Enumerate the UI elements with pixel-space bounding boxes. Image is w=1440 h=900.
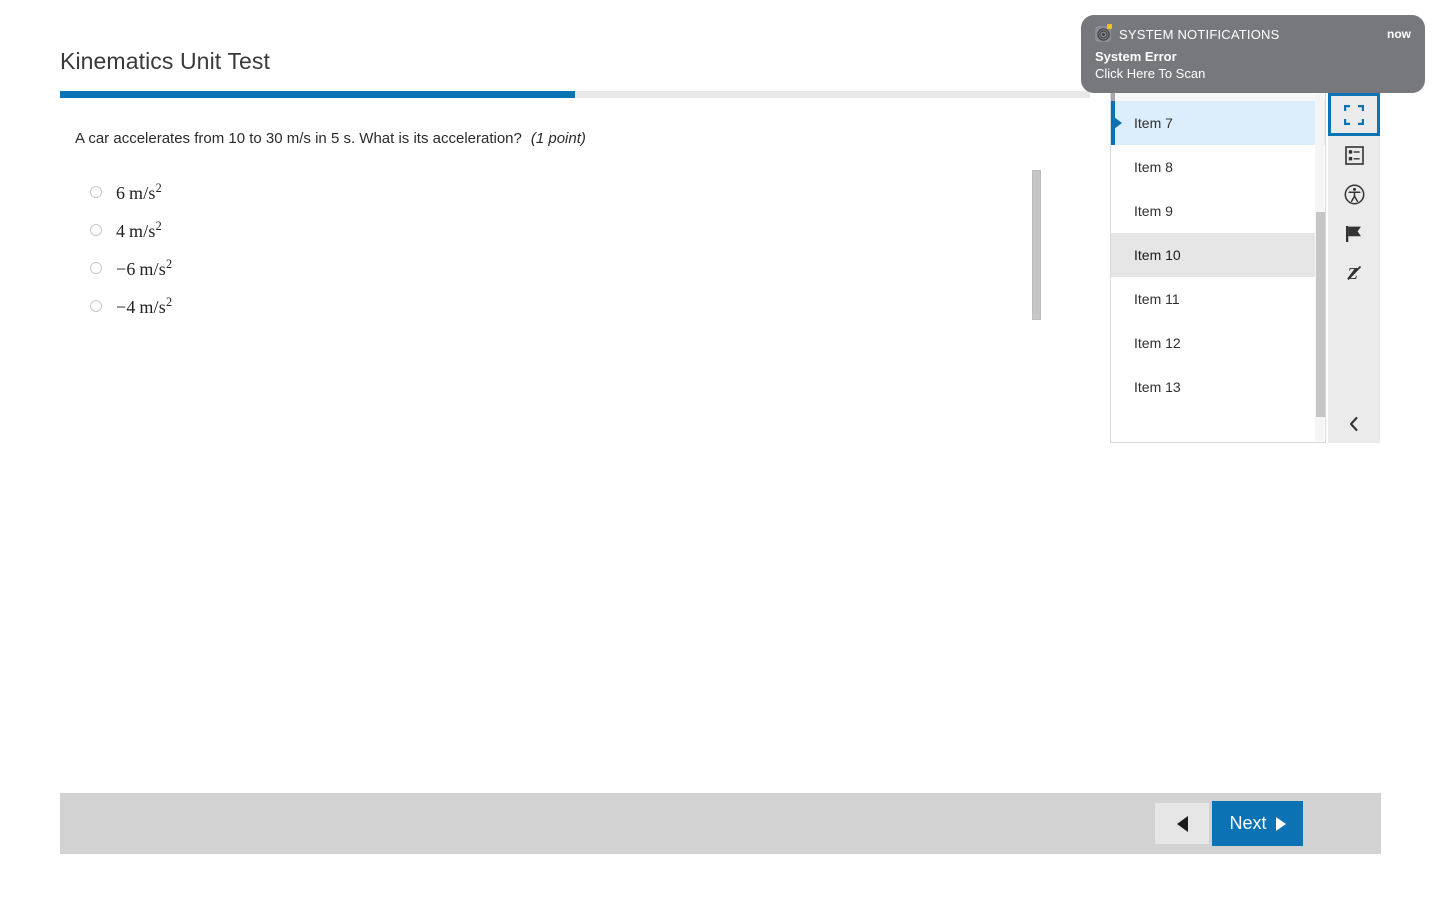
item-navigator-row[interactable]: Item 8 bbox=[1111, 145, 1325, 189]
current-item-arrow-icon bbox=[1114, 117, 1122, 129]
answer-option-label: −6 m/s2 bbox=[116, 256, 173, 279]
collapse-rail-button[interactable] bbox=[1328, 405, 1380, 443]
answer-option-label: −4 m/s2 bbox=[116, 294, 173, 317]
strikethrough-icon: Z bbox=[1347, 264, 1362, 283]
progress-bar bbox=[60, 91, 1090, 98]
answer-options: 6 m/s2 4 m/s2 −6 m/s2 −4 m/s2 bbox=[90, 173, 790, 325]
triangle-left-icon bbox=[1176, 815, 1188, 832]
item-list-button[interactable] bbox=[1328, 136, 1380, 175]
notification-app-name: SYSTEM NOTIFICATIONS bbox=[1119, 26, 1280, 42]
question-stem: A car accelerates from 10 to 30 m/s in 5… bbox=[75, 130, 586, 147]
tool-rail: Z bbox=[1328, 93, 1380, 443]
fullscreen-button[interactable] bbox=[1328, 93, 1380, 136]
item-panel-scrollbar-thumb[interactable] bbox=[1316, 212, 1325, 417]
question-points: (1 point) bbox=[530, 130, 586, 147]
flag-button[interactable] bbox=[1328, 214, 1380, 253]
progress-bar-fill bbox=[60, 91, 575, 98]
item-navigator-label: Item 11 bbox=[1134, 291, 1180, 307]
answer-option-label: 4 m/s2 bbox=[116, 218, 162, 241]
answer-option[interactable]: 6 m/s2 bbox=[90, 173, 790, 211]
item-navigator-panel: Item 6Item 7Item 8Item 9Item 10Item 11It… bbox=[1110, 86, 1326, 443]
notification-badge bbox=[1107, 24, 1112, 29]
item-navigator-label: Item 8 bbox=[1134, 159, 1173, 175]
item-navigator-row[interactable]: Item 12 bbox=[1111, 321, 1325, 365]
accessibility-icon bbox=[1344, 184, 1364, 205]
next-button-label: Next bbox=[1229, 813, 1267, 833]
exam-page: Kinematics Unit Test A car accelerates f… bbox=[0, 0, 1440, 900]
item-navigator-row[interactable]: Item 11 bbox=[1111, 277, 1325, 321]
radio-button[interactable] bbox=[90, 186, 102, 198]
item-navigator-row[interactable]: Item 10 bbox=[1111, 233, 1325, 277]
item-navigator-label: Item 12 bbox=[1134, 335, 1181, 351]
answer-option[interactable]: −4 m/s2 bbox=[90, 287, 790, 325]
svg-text:Z: Z bbox=[1347, 264, 1358, 283]
notification-header: SYSTEM NOTIFICATIONS now bbox=[1095, 24, 1411, 44]
answer-option[interactable]: −6 m/s2 bbox=[90, 249, 790, 287]
content-scrollbar[interactable] bbox=[1032, 170, 1041, 320]
radar-scan-icon bbox=[1095, 24, 1112, 42]
radio-button[interactable] bbox=[90, 300, 102, 312]
answer-option-label: 6 m/s2 bbox=[116, 180, 162, 203]
item-navigator-label: Item 7 bbox=[1134, 115, 1173, 131]
chevron-left-icon bbox=[1349, 416, 1358, 432]
item-navigator-label: Item 10 bbox=[1134, 247, 1181, 263]
notification-body[interactable]: Click Here To Scan bbox=[1095, 66, 1411, 81]
flag-icon bbox=[1346, 225, 1361, 242]
next-button[interactable]: Next bbox=[1212, 801, 1303, 846]
notification-time: now bbox=[1387, 27, 1411, 41]
bottom-navigation-bar: Next bbox=[60, 793, 1381, 854]
item-navigator-label: Item 13 bbox=[1134, 379, 1181, 395]
question-text: A car accelerates from 10 to 30 m/s in 5… bbox=[75, 130, 522, 147]
strikethrough-button[interactable]: Z bbox=[1328, 253, 1380, 292]
system-notification-toast[interactable]: SYSTEM NOTIFICATIONS now System Error Cl… bbox=[1081, 15, 1425, 93]
previous-button[interactable] bbox=[1155, 803, 1209, 844]
page-title: Kinematics Unit Test bbox=[60, 48, 270, 74]
fullscreen-icon bbox=[1344, 104, 1364, 125]
item-list-icon bbox=[1344, 146, 1364, 165]
item-navigator-row[interactable]: Item 13 bbox=[1111, 365, 1325, 409]
triangle-right-icon bbox=[1275, 816, 1286, 831]
radio-button[interactable] bbox=[90, 224, 102, 236]
answer-option[interactable]: 4 m/s2 bbox=[90, 211, 790, 249]
notification-title: System Error bbox=[1095, 49, 1177, 64]
item-navigator-label: Item 9 bbox=[1134, 203, 1173, 219]
item-navigator-row[interactable]: Item 7 bbox=[1111, 101, 1325, 145]
item-navigator-row[interactable]: Item 9 bbox=[1111, 189, 1325, 233]
radio-button[interactable] bbox=[90, 262, 102, 274]
accessibility-button[interactable] bbox=[1328, 175, 1380, 214]
